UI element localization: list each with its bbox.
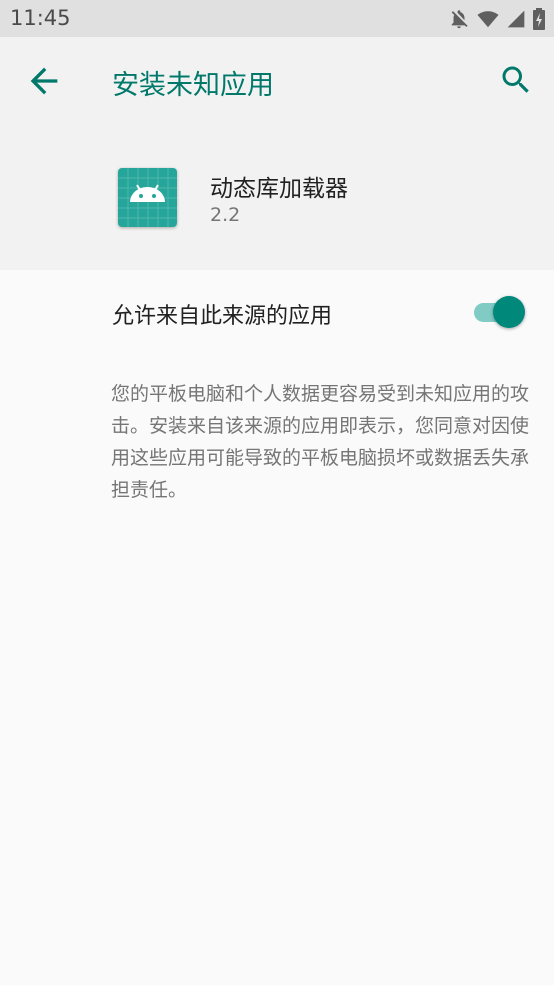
- warning-description: 您的平板电脑和个人数据更容易受到未知应用的攻击。安装来自该来源的应用即表示，您同…: [111, 383, 530, 501]
- android-icon: [118, 168, 177, 227]
- status-icons: [448, 7, 546, 31]
- app-version: 2.2: [210, 204, 241, 226]
- wifi-icon: [477, 11, 499, 28]
- search-icon[interactable]: [498, 62, 534, 98]
- allow-source-toggle[interactable]: [470, 294, 526, 330]
- app-icon: [118, 168, 177, 227]
- page-title: 安装未知应用: [112, 70, 274, 101]
- signal-icon: [507, 10, 525, 28]
- arrow-back-icon[interactable]: [24, 61, 64, 101]
- toggle-thumb: [493, 296, 525, 328]
- status-bar: 11:45: [0, 0, 554, 37]
- status-time: 11:45: [10, 6, 71, 30]
- app-name: 动态库加载器: [210, 176, 348, 202]
- app-bar: 安装未知应用 动态库加载器 2.2: [0, 37, 554, 270]
- notifications-off-icon: [451, 10, 468, 29]
- allow-source-label[interactable]: 允许来自此来源的应用: [112, 298, 332, 330]
- battery-charging-icon: [533, 8, 545, 30]
